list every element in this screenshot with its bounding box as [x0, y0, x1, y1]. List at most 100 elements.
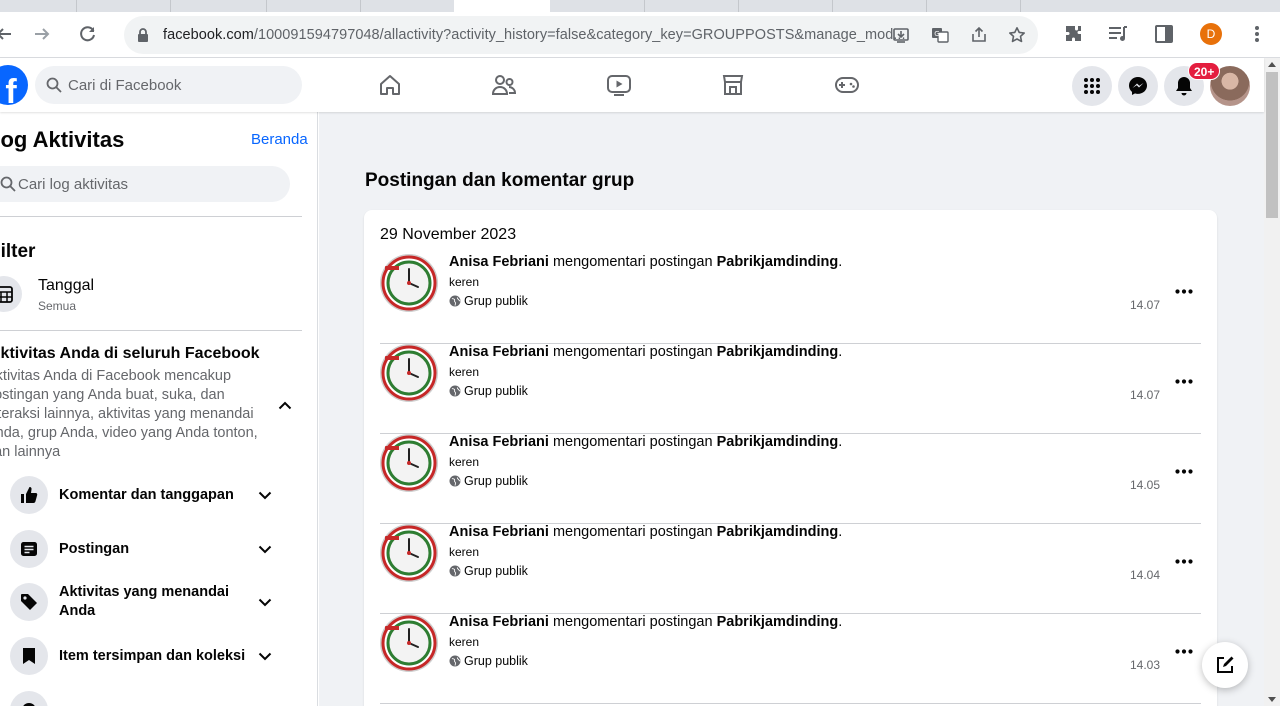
- media-control-icon[interactable]: [1106, 22, 1130, 46]
- actor-name[interactable]: Anisa Febriani: [449, 344, 549, 360]
- globe-icon: [449, 565, 461, 577]
- sidebar-item-comments-reactions[interactable]: Komentar dan tanggapan: [10, 473, 292, 517]
- comment-text: keren: [449, 275, 480, 289]
- nav-gaming-icon[interactable]: [834, 72, 860, 98]
- nav-friends-icon[interactable]: [491, 72, 517, 98]
- privacy-label: Grup publik: [464, 654, 528, 668]
- collapse-chevron-up-icon[interactable]: [274, 394, 296, 416]
- date-header: 29 November 2023: [380, 226, 517, 243]
- scroll-down-arrow-icon[interactable]: [1268, 697, 1276, 702]
- activity-entry[interactable]: Anisa Febriani mengomentari postingan Pa…: [380, 254, 1201, 344]
- group-thumbnail[interactable]: [380, 434, 438, 492]
- url-text[interactable]: facebook.com/100091594797048/allactivity…: [163, 27, 906, 43]
- activity-text[interactable]: Anisa Febriani mengomentari postingan Pa…: [449, 524, 842, 540]
- forward-button[interactable]: [30, 22, 54, 46]
- actor-name[interactable]: Anisa Febriani: [449, 254, 549, 270]
- thumbs-up-icon: [10, 476, 48, 514]
- side-panel-icon[interactable]: [1152, 22, 1176, 46]
- browser-menu-icon[interactable]: [1245, 22, 1269, 46]
- home-link[interactable]: Beranda: [251, 131, 308, 148]
- activity-log-search-input[interactable]: [18, 166, 258, 202]
- scrollbar-thumb[interactable]: [1266, 72, 1278, 218]
- messenger-button[interactable]: [1118, 66, 1158, 106]
- chevron-down-icon[interactable]: [254, 484, 276, 506]
- target-name[interactable]: Pabrikjamdinding: [717, 434, 839, 450]
- active-tab[interactable]: [454, 0, 550, 12]
- privacy-info: Grup publik: [449, 654, 528, 668]
- reload-button[interactable]: [76, 22, 100, 46]
- activity-time: 14.04: [1130, 568, 1161, 582]
- address-bar[interactable]: facebook.com/100091594797048/allactivity…: [124, 16, 1038, 54]
- privacy-info: Grup publik: [449, 474, 528, 488]
- nav-marketplace-icon[interactable]: [720, 72, 746, 98]
- target-name[interactable]: Pabrikjamdinding: [717, 524, 839, 540]
- target-name[interactable]: Pabrikjamdinding: [717, 344, 839, 360]
- tab-separator: [644, 0, 645, 12]
- more-options-icon[interactable]: [1170, 370, 1198, 392]
- activity-time: 14.03: [1130, 658, 1161, 672]
- activity-entry[interactable]: Anisa Febriani mengomentari postingan Pa…: [380, 614, 1201, 704]
- more-options-icon[interactable]: [1170, 280, 1198, 302]
- sidebar-item-posts[interactable]: Postingan: [10, 527, 292, 571]
- target-name[interactable]: Pabrikjamdinding: [717, 254, 839, 270]
- new-message-button[interactable]: [1202, 642, 1248, 688]
- more-options-icon[interactable]: [1170, 640, 1198, 662]
- chevron-down-icon[interactable]: [254, 538, 276, 560]
- globe-icon: [449, 475, 461, 487]
- bookmark-star-icon[interactable]: [1007, 25, 1027, 45]
- sidebar-item-saved[interactable]: Item tersimpan dan koleksi: [10, 634, 292, 678]
- lock-icon[interactable]: [136, 27, 150, 48]
- facebook-search-input[interactable]: [68, 66, 288, 104]
- facebook-top-bar: f 20+: [0, 58, 1264, 112]
- section-heading[interactable]: Aktivitas Anda di seluruh Facebook: [0, 345, 260, 363]
- activity-entry[interactable]: Anisa Febriani mengomentari postingan Pa…: [380, 524, 1201, 614]
- grid-icon: [1084, 78, 1100, 94]
- activity-text[interactable]: Anisa Febriani mengomentari postingan Pa…: [449, 344, 842, 360]
- activity-text[interactable]: Anisa Febriani mengomentari postingan Pa…: [449, 434, 842, 450]
- activity-log-search[interactable]: [0, 166, 290, 202]
- activity-entry[interactable]: Anisa Febriani mengomentari postingan Pa…: [380, 434, 1201, 524]
- search-icon: [0, 176, 16, 197]
- translate-icon[interactable]: G: [930, 25, 950, 45]
- nav-watch-icon[interactable]: [606, 72, 632, 98]
- activity-action: mengomentari postingan: [548, 344, 717, 360]
- more-options-icon[interactable]: [1170, 550, 1198, 572]
- actor-name[interactable]: Anisa Febriani: [449, 524, 549, 540]
- activity-text[interactable]: Anisa Febriani mengomentari postingan Pa…: [449, 254, 842, 270]
- actor-name[interactable]: Anisa Febriani: [449, 434, 549, 450]
- page-scrollbar[interactable]: [1264, 58, 1280, 706]
- activity-entry[interactable]: Anisa Febriani mengomentari postingan Pa…: [380, 344, 1201, 434]
- menu-grid-button[interactable]: [1072, 66, 1112, 106]
- activity-action: mengomentari postingan: [548, 524, 717, 540]
- scroll-up-arrow-icon[interactable]: [1268, 62, 1276, 67]
- privacy-label: Grup publik: [464, 474, 528, 488]
- back-button[interactable]: [0, 22, 16, 46]
- nav-home-icon[interactable]: [377, 72, 403, 98]
- tab-separator: [266, 0, 267, 12]
- group-thumbnail[interactable]: [380, 524, 438, 582]
- chevron-down-icon[interactable]: [254, 645, 276, 667]
- more-options-icon[interactable]: [1170, 460, 1198, 482]
- browser-profile-avatar[interactable]: D: [1200, 23, 1222, 45]
- activity-action: mengomentari postingan: [548, 434, 717, 450]
- group-thumbnail[interactable]: [380, 344, 438, 402]
- sidebar-item-tagged[interactable]: Aktivitas yang menandai Anda: [10, 580, 292, 624]
- activity-log-sidebar: Log Aktivitas Beranda Filter Tanggal Sem…: [0, 112, 318, 706]
- group-thumbnail[interactable]: [380, 614, 438, 672]
- extensions-icon[interactable]: [1062, 22, 1086, 46]
- comment-text: keren: [449, 455, 480, 469]
- privacy-label: Grup publik: [464, 294, 528, 308]
- facebook-logo[interactable]: f: [0, 65, 28, 105]
- activity-text[interactable]: Anisa Febriani mengomentari postingan Pa…: [449, 614, 842, 630]
- share-icon[interactable]: [969, 25, 989, 45]
- date-filter[interactable]: Tanggal Semua: [0, 274, 286, 318]
- chevron-down-icon[interactable]: [254, 591, 276, 613]
- actor-name[interactable]: Anisa Febriani: [449, 614, 549, 630]
- target-name[interactable]: Pabrikjamdinding: [717, 614, 839, 630]
- install-app-icon[interactable]: [891, 25, 911, 45]
- facebook-search[interactable]: [35, 66, 302, 104]
- activity-card: 29 November 2023 Anisa Febriani mengomen…: [364, 210, 1217, 706]
- privacy-label: Grup publik: [464, 564, 528, 578]
- sidebar-item-partial[interactable]: [10, 688, 292, 706]
- group-thumbnail[interactable]: [380, 254, 438, 312]
